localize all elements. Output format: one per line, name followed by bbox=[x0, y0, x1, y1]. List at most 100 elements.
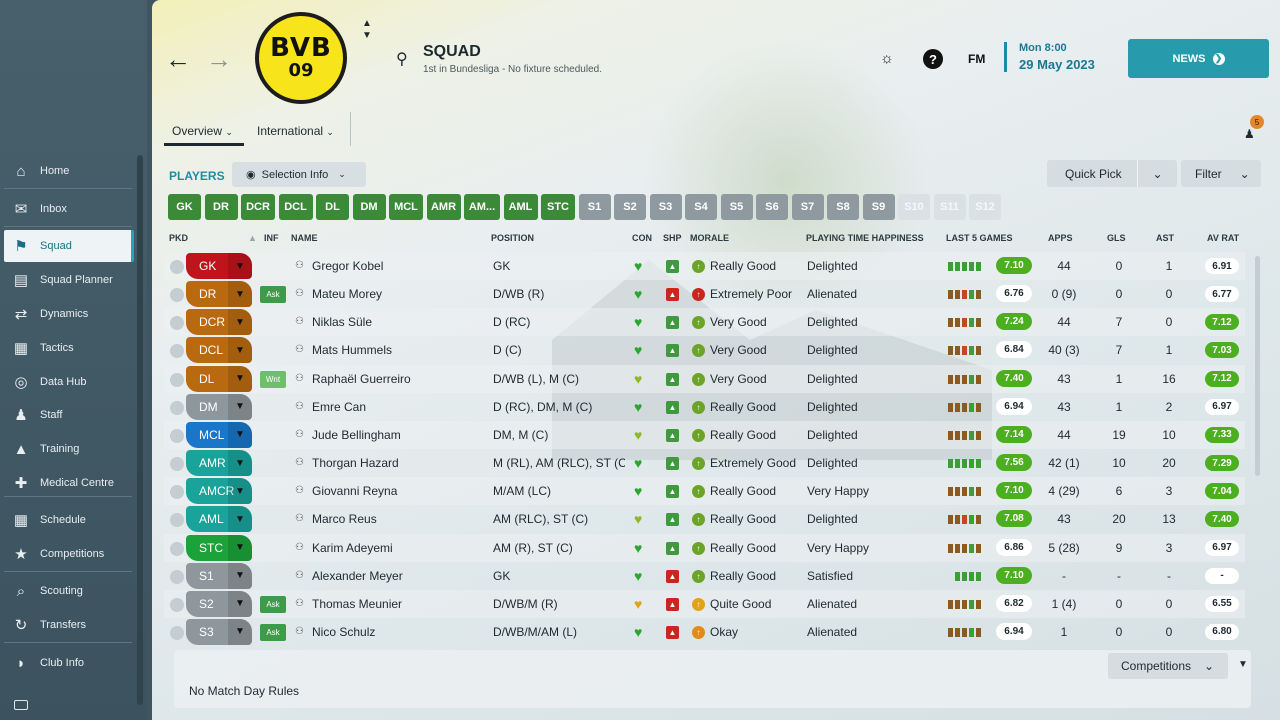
pick-checkbox[interactable] bbox=[170, 316, 184, 331]
pick-checkbox[interactable] bbox=[170, 457, 184, 472]
pick-checkbox[interactable] bbox=[170, 569, 184, 584]
player-name[interactable]: Karim Adeyemi bbox=[312, 541, 393, 555]
sidebar-item-schedule[interactable]: ▦ Schedule bbox=[4, 504, 134, 536]
player-name[interactable]: Niklas Süle bbox=[312, 315, 372, 329]
slot-dropdown[interactable]: DR ▼ bbox=[186, 281, 252, 308]
slot-dropdown[interactable]: S1 ▼ bbox=[186, 562, 252, 589]
player-name[interactable]: Gregor Kobel bbox=[312, 259, 383, 273]
col-morale[interactable]: MORALE bbox=[690, 233, 729, 243]
position-button-dcr[interactable]: DCR bbox=[241, 194, 275, 220]
pick-checkbox[interactable] bbox=[170, 288, 184, 303]
table-row[interactable]: AMCR ▼ ⚇ Giovanni Reyna M/AM (LC) ♥ ▲ ↑ Really G… bbox=[164, 477, 1245, 506]
player-name[interactable]: Giovanni Reyna bbox=[312, 484, 397, 498]
sidebar-item-club-info[interactable]: ◗ Club Info bbox=[4, 647, 134, 679]
help-icon[interactable]: ? bbox=[923, 49, 943, 69]
notifications-button[interactable]: ♟ 5 bbox=[1242, 115, 1266, 141]
selection-info-button[interactable]: ◉ Selection Info ⌄ bbox=[232, 162, 366, 187]
globe-icon[interactable]: ☼ bbox=[880, 50, 894, 67]
slot-dropdown[interactable]: DM ▼ bbox=[186, 393, 252, 420]
position-button-dcl[interactable]: DCL bbox=[278, 194, 313, 220]
pick-checkbox[interactable] bbox=[170, 344, 184, 359]
sidebar-item-data-hub[interactable]: ◎ Data Hub bbox=[4, 366, 134, 398]
position-button-s9[interactable]: S9 bbox=[862, 194, 895, 220]
sidebar-item-dynamics[interactable]: ⇄ Dynamics bbox=[4, 298, 134, 330]
position-button-s1[interactable]: S1 bbox=[578, 194, 611, 220]
position-button-amr[interactable]: AMR bbox=[426, 194, 461, 220]
player-name[interactable]: Thorgan Hazard bbox=[312, 456, 399, 470]
table-row[interactable]: GK ▼ ⚇ Gregor Kobel GK ♥ ▲ ↑ Really Good Delighte… bbox=[164, 252, 1245, 280]
col-happiness[interactable]: PLAYING TIME HAPPINESS bbox=[806, 233, 924, 243]
sidebar-scrollbar[interactable] bbox=[137, 155, 143, 705]
table-row[interactable]: AML ▼ ⚇ Marco Reus AM (RLC), ST (C) ♥ ▲ ↑ Really… bbox=[164, 505, 1245, 533]
sidebar-item-home[interactable]: ⌂ Home bbox=[4, 155, 134, 187]
table-row[interactable]: DCL ▼ ⚇ Mats Hummels D (C) ♥ ▲ ↑ Very Good Deligh… bbox=[164, 336, 1245, 364]
back-arrow-icon[interactable]: ← bbox=[165, 44, 191, 75]
table-row[interactable]: DR ▼ Ask ⚇ Mateu Morey D/WB (R) ♥ ▲ ↑ Extremely P… bbox=[164, 280, 1245, 308]
position-button-stc[interactable]: STC bbox=[541, 194, 575, 220]
player-name[interactable]: Mats Hummels bbox=[312, 343, 392, 357]
col-ast[interactable]: AST bbox=[1156, 233, 1174, 243]
col-gls[interactable]: GLS bbox=[1107, 233, 1126, 243]
col-last5[interactable]: LAST 5 GAMES bbox=[946, 233, 1013, 243]
sidebar-item-staff[interactable]: ♟ Staff bbox=[4, 399, 134, 431]
sidebar-item-squad-planner[interactable]: ▤ Squad Planner bbox=[4, 264, 134, 296]
position-button-s3[interactable]: S3 bbox=[649, 194, 682, 220]
player-name[interactable]: Mateu Morey bbox=[312, 287, 382, 301]
pick-checkbox[interactable] bbox=[170, 372, 184, 387]
slot-dropdown[interactable]: MCL ▼ bbox=[186, 421, 252, 448]
slot-dropdown[interactable]: DCR ▼ bbox=[186, 309, 252, 336]
position-button-s12[interactable]: S12 bbox=[969, 194, 1001, 220]
player-name[interactable]: Marco Reus bbox=[312, 512, 377, 526]
table-row[interactable]: STC ▼ ⚇ Karim Adeyemi AM (R), ST (C) ♥ ▲ ↑ Reall… bbox=[164, 533, 1245, 562]
slot-dropdown[interactable]: STC ▼ bbox=[186, 534, 252, 561]
pick-checkbox[interactable] bbox=[170, 260, 184, 274]
pick-checkbox[interactable] bbox=[170, 541, 184, 556]
position-button-dm[interactable]: DM bbox=[352, 194, 386, 220]
slot-dropdown[interactable]: GK ▼ bbox=[186, 253, 252, 279]
position-button-am[interactable]: AM... bbox=[464, 194, 500, 220]
position-button-s11[interactable]: S11 bbox=[933, 194, 966, 220]
slot-dropdown[interactable]: AML ▼ bbox=[186, 506, 252, 533]
position-button-s6[interactable]: S6 bbox=[756, 194, 788, 220]
sidebar-item-medical-centre[interactable]: ✚ Medical Centre bbox=[4, 467, 134, 499]
sidebar-item-squad[interactable]: ⚑ Squad bbox=[4, 230, 134, 262]
col-position[interactable]: POSITION bbox=[491, 233, 534, 243]
position-button-s10[interactable]: S10 bbox=[898, 194, 930, 220]
table-row[interactable]: DM ▼ ⚇ Emre Can D (RC), DM, M (C) ♥ ▲ ↑ Really G… bbox=[164, 393, 1245, 421]
competitions-dropdown[interactable]: Competitions ⌄ bbox=[1108, 653, 1228, 679]
player-name[interactable]: Thomas Meunier bbox=[312, 597, 402, 611]
filter-button[interactable]: Filter ⌄ bbox=[1181, 160, 1261, 187]
slot-dropdown[interactable]: DCL ▼ bbox=[186, 337, 252, 364]
sidebar-item-training[interactable]: ▲ Training bbox=[4, 433, 134, 465]
fm-icon[interactable]: FM bbox=[968, 52, 985, 66]
sidebar-item-competitions[interactable]: ★ Competitions bbox=[4, 538, 134, 570]
slot-dropdown[interactable]: AMCR ▼ bbox=[186, 478, 252, 505]
slot-dropdown[interactable]: AMR ▼ bbox=[186, 450, 252, 477]
player-name[interactable]: Nico Schulz bbox=[312, 625, 375, 639]
pick-checkbox[interactable] bbox=[170, 625, 184, 640]
position-button-s4[interactable]: S4 bbox=[685, 194, 717, 220]
col-pkd[interactable]: PKD bbox=[169, 233, 188, 243]
chevron-down-icon[interactable]: ⌄ bbox=[1137, 160, 1177, 187]
table-row[interactable]: S1 ▼ ⚇ Alexander Meyer GK ♥ ▲ ↑ Really Good Satis… bbox=[164, 562, 1245, 590]
table-row[interactable]: AMR ▼ ⚇ Thorgan Hazard M (RL), AM (RLC), ST … bbox=[164, 449, 1245, 477]
player-name[interactable]: Emre Can bbox=[312, 400, 366, 414]
sort-icon[interactable]: ▲ bbox=[248, 233, 257, 243]
position-button-dl[interactable]: DL bbox=[316, 194, 349, 220]
col-shp[interactable]: SHP bbox=[663, 233, 682, 243]
position-button-gk[interactable]: GK bbox=[168, 194, 201, 220]
col-con[interactable]: CON bbox=[632, 233, 652, 243]
pick-checkbox[interactable] bbox=[170, 597, 184, 612]
quick-pick-button[interactable]: Quick Pick ⌄ bbox=[1047, 160, 1177, 187]
position-button-aml[interactable]: AML bbox=[503, 194, 538, 220]
chevron-down-icon[interactable]: ▼ bbox=[1238, 659, 1248, 670]
table-row[interactable]: S3 ▼ Ask ⚇ Nico Schulz D/WB/M/AM (L) ♥ ▲ ↑ Okay Al… bbox=[164, 618, 1245, 646]
forward-arrow-icon[interactable]: → bbox=[206, 44, 232, 75]
col-avrat[interactable]: AV RAT bbox=[1207, 233, 1239, 243]
position-button-s2[interactable]: S2 bbox=[614, 194, 646, 220]
sidebar-item-transfers[interactable]: ↻ Transfers bbox=[4, 609, 134, 641]
slot-dropdown[interactable]: S2 ▼ bbox=[186, 590, 252, 617]
up-down-chevrons-icon[interactable]: ▲ ▼ bbox=[362, 18, 372, 42]
search-icon[interactable]: ⚲ bbox=[396, 49, 408, 69]
pick-checkbox[interactable] bbox=[170, 428, 184, 443]
